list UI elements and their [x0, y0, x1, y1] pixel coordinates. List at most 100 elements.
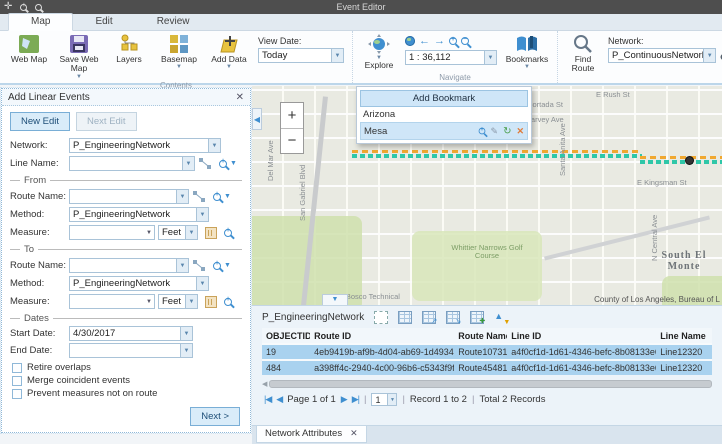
street-label: Del Mar Ave [266, 140, 275, 181]
select-route-on-map-icon[interactable] [192, 259, 206, 272]
tab-edit[interactable]: Edit [73, 14, 134, 30]
event-editor-app: ✛ + − Event Editor Map Edit Review Web M… [0, 0, 722, 444]
bookmarks-button[interactable]: Bookmarks ▼ [505, 34, 549, 70]
next-button[interactable]: Next > [190, 407, 240, 426]
related-records-icon[interactable]: ✚ [470, 311, 484, 324]
zoom-in-tool-icon[interactable]: + [449, 37, 457, 45]
bookmark-item-mesa[interactable]: Mesa + ✎ ↻ ✕ [360, 122, 528, 140]
merge-coincident-row: Merge coincident events [12, 375, 240, 386]
bookmark-item-arizona[interactable]: Arizona [360, 107, 528, 122]
select-route-on-map-icon[interactable] [192, 190, 206, 203]
column-header[interactable]: OBJECTID [262, 331, 310, 341]
bookmark-delete-icon[interactable]: ✕ [516, 126, 524, 137]
full-extent-icon[interactable] [405, 36, 415, 46]
chevron-down-icon: ▼ [146, 299, 154, 305]
to-unit-select[interactable]: Feet ▼ [158, 294, 198, 309]
select-records-icon[interactable] [374, 311, 388, 324]
explore-button[interactable]: ▼ Explore [361, 34, 397, 70]
tab-map[interactable]: Map [8, 13, 73, 31]
zoom-to-measure-icon[interactable]: + [224, 298, 232, 306]
column-header[interactable]: Line ID [507, 331, 656, 341]
save-icon [69, 34, 89, 54]
chevron-down-icon[interactable]: ▼ [230, 161, 237, 167]
chevron-down-icon: ▼ [176, 190, 188, 203]
web-map-button[interactable]: Web Map [8, 34, 50, 64]
chevron-down-icon: ▼ [387, 394, 396, 405]
scroll-left-icon[interactable]: ◀ [262, 380, 267, 388]
bookmark-edit-icon[interactable]: ✎ [491, 126, 499, 137]
column-header[interactable]: Route Name [454, 331, 507, 341]
table-row[interactable]: 19 4eb9419b-af9b-4d04-ab69-1d4934768f2b … [262, 345, 712, 359]
basemap-button[interactable]: Basemap ▼ [158, 34, 200, 70]
next-edit-button[interactable]: Next Edit [76, 112, 137, 131]
new-edit-button[interactable]: New Edit [10, 112, 70, 131]
column-header[interactable]: Line Name [656, 331, 712, 341]
group-label-route [566, 81, 722, 83]
bookmark-refresh-icon[interactable]: ↻ [503, 127, 511, 136]
zoom-to-route-icon[interactable]: + [213, 262, 221, 270]
first-page-icon[interactable]: |◀ [264, 394, 271, 405]
find-route-button[interactable]: Find Route [566, 34, 600, 74]
close-icon[interactable]: ✕ [236, 92, 244, 103]
to-method-select[interactable]: P_EngineeringNetwork ▼ [69, 276, 209, 291]
map-zoom-in-button[interactable]: + [281, 103, 303, 129]
bookmark-zoom-icon[interactable]: + [478, 128, 485, 135]
title-bar: ✛ + − Event Editor [0, 0, 722, 14]
start-date-select[interactable]: 4/30/2017 ▼ [69, 326, 193, 341]
zoom-to-measure-icon[interactable]: + [224, 229, 232, 237]
collapse-table-arrow[interactable]: ▼ [322, 294, 348, 305]
previous-page-icon[interactable]: ◀ [276, 394, 282, 405]
add-bookmark-button[interactable]: Add Bookmark [360, 90, 528, 107]
page-number-select[interactable]: 1 ▼ [371, 393, 397, 406]
select-line-on-map-icon[interactable] [198, 157, 212, 170]
merge-coincident-checkbox[interactable] [12, 376, 22, 386]
scrollbar-thumb[interactable] [269, 380, 712, 388]
next-extent-icon[interactable]: → [434, 36, 445, 46]
next-page-icon[interactable]: ▶ [341, 394, 347, 405]
group-label-navigate: Navigate [361, 72, 549, 83]
attribute-table-icon[interactable] [398, 311, 412, 324]
tab-network-attributes[interactable]: Network Attributes ✕ [256, 426, 367, 443]
chevron-down-icon[interactable]: ▼ [224, 263, 231, 269]
start-date-label: Start Date: [10, 328, 66, 339]
map-scale-select[interactable]: 1 : 36,112 ▼ [405, 50, 497, 65]
end-date-select[interactable]: ▼ [69, 343, 193, 358]
prevent-measures-checkbox[interactable] [12, 389, 22, 399]
sort-icon[interactable]: ▲▼ [494, 311, 508, 324]
map-canvas[interactable]: E Cortada St E Garvey Ave E Rush St Sant… [252, 86, 722, 305]
add-data-button[interactable]: Add Data ▼ [208, 34, 250, 70]
zoom-to-line-icon[interactable]: + [219, 160, 227, 168]
chevron-down-icon[interactable]: ▼ [224, 194, 231, 200]
route-highlight [640, 160, 722, 164]
explore-icon [368, 34, 390, 54]
from-route-name-select[interactable]: ▼ [69, 189, 189, 204]
column-header[interactable]: Route ID [310, 331, 454, 341]
from-measure-input[interactable]: ▼ [69, 225, 155, 240]
table-horizontal-scrollbar[interactable]: ◀ [262, 379, 712, 388]
line-name-select[interactable]: ▼ [69, 156, 195, 171]
close-icon[interactable]: ✕ [350, 428, 358, 439]
from-method-select[interactable]: P_EngineeringNetwork ▼ [69, 207, 209, 222]
retire-overlaps-checkbox[interactable] [12, 363, 22, 373]
network-select[interactable]: P_ContinuousNetwork ▼ [608, 48, 716, 63]
view-date-select[interactable]: Today ▼ [258, 48, 344, 63]
map-zoom-out-button[interactable]: − [281, 129, 303, 154]
from-unit-select[interactable]: Feet ▼ [158, 225, 198, 240]
to-measure-input[interactable]: ▼ [69, 294, 155, 309]
measure-on-map-icon[interactable] [205, 227, 217, 239]
tab-review[interactable]: Review [135, 14, 212, 30]
zoom-to-selected-icon[interactable]: ↗ [422, 311, 436, 324]
zoom-to-route-icon[interactable]: + [213, 193, 221, 201]
last-page-icon[interactable]: ▶| [352, 394, 359, 405]
layers-button[interactable]: Layers [108, 34, 150, 64]
to-route-name-select[interactable]: ▼ [69, 258, 189, 273]
measure-on-map-icon[interactable] [205, 296, 217, 308]
table-row[interactable]: 484 a398ff4c-2940-4c00-96b6-c5343f9f1711… [262, 361, 712, 375]
save-web-map-button[interactable]: Save Web Map ▼ [58, 34, 100, 80]
panel-network-select[interactable]: P_EngineeringNetwork ▼ [69, 138, 221, 153]
previous-extent-icon[interactable]: ← [419, 36, 430, 46]
zoom-out-tool-icon[interactable]: − [461, 37, 469, 45]
pan-to-selected-icon[interactable]: ↘ [446, 311, 460, 324]
collapse-panel-arrow[interactable]: ◀ [252, 108, 262, 130]
table-toolbar: P_EngineeringNetwork ↗ ↘ ✚ ▲▼ [252, 306, 722, 328]
